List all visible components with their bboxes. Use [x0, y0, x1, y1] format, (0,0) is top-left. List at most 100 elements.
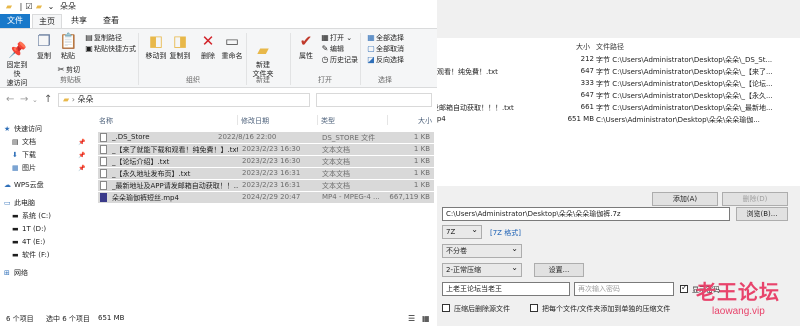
file-icon: [100, 133, 107, 142]
copy-to-button[interactable]: ◨ 复制到: [168, 32, 192, 61]
nav-this-pc[interactable]: ▭ 此电脑: [4, 198, 35, 209]
nav-drive-e[interactable]: ▬ 4T (E:): [12, 237, 45, 248]
checkbox-icon[interactable]: ☑: [24, 2, 34, 12]
file-row[interactable]: _【永久地址发布页】.txt 2023/2/23 16:31 文本文档 1 KB: [98, 168, 434, 179]
column-path[interactable]: 文件路径: [596, 42, 624, 52]
navigation-pane: ★ 快速访问 ▤ 文档 📌 ⬇ 下载 📌 ▦ 图片 📌 ☁ WPS云盘 ▭ 此电脑 ▬ 系统 …: [0, 112, 92, 312]
column-size[interactable]: 大小: [418, 116, 432, 126]
nav-drive-f[interactable]: ▬ 软件 (F:): [12, 250, 50, 261]
each-file-checkbox[interactable]: [530, 304, 538, 312]
paste-shortcut-icon: ▣: [85, 44, 93, 53]
search-input[interactable]: [316, 93, 432, 107]
pin-quick-access-button[interactable]: 📌 固定到快 速访问: [4, 32, 30, 88]
select-all-button[interactable]: ▦全部选择: [366, 33, 404, 43]
password-field[interactable]: 上老王论坛当老王: [442, 282, 570, 296]
ribbon-separator: [246, 33, 247, 85]
file-list[interactable]: 名称 修改日期 类型 大小 _.DS_Store 2022/8/16 22:00…: [95, 112, 437, 312]
history-button[interactable]: ◷ 历史记录: [320, 55, 359, 65]
rename-button[interactable]: ▭ 重命名: [220, 32, 244, 61]
clipboard-group-label: 剪贴板: [60, 76, 81, 84]
nav-drive-c[interactable]: ▬ 系统 (C:): [12, 211, 51, 222]
copy-button[interactable]: ❐ 复制: [32, 32, 56, 61]
address-field[interactable]: ▰ › 朵朵: [58, 93, 310, 107]
archive-row[interactable]: 333 字节 C:\Users\Administrator\Desktop\朵朵…: [430, 78, 800, 89]
new-folder-icon[interactable]: ▰: [34, 2, 44, 12]
format-select[interactable]: 7Z: [442, 224, 482, 239]
item-count: 6 个项目: [6, 315, 34, 323]
paste-button[interactable]: 📋 粘贴: [56, 32, 80, 61]
watermark-title: 老王论坛: [696, 280, 780, 304]
browse-button[interactable]: 浏览(B)...: [736, 207, 788, 221]
back-arrow-icon[interactable]: ←: [6, 94, 14, 105]
properties-button[interactable]: ✔ 属性: [294, 32, 318, 61]
invert-selection-button[interactable]: ◪反向选择: [366, 55, 404, 65]
file-row[interactable]: _【论坛介绍】.txt 2023/2/23 16:30 文本文档 1 KB: [98, 156, 434, 167]
delete-x-icon: ✕: [201, 32, 215, 50]
nav-network[interactable]: ⊞ 网络: [4, 268, 28, 279]
cut-button[interactable]: ✂ 剪切: [56, 65, 80, 75]
tab-view[interactable]: 查看: [96, 14, 126, 28]
add-button[interactable]: 添加(A): [652, 192, 718, 206]
column-date[interactable]: 修改日期: [241, 116, 269, 126]
scissors-icon: ✂: [57, 65, 65, 74]
watermark-url: laowang.vip: [712, 306, 765, 317]
column-separator[interactable]: [237, 115, 238, 125]
open-button[interactable]: ▦打开 ⌄: [320, 33, 352, 43]
file-row[interactable]: _最新地址及APP请发邮箱自动获取！！... 2023/2/23 16:31 文…: [98, 180, 434, 191]
text-file-icon: [100, 169, 107, 178]
tab-home[interactable]: 主页: [32, 14, 62, 28]
archive-file-list[interactable]: 大小 文件路径 212 字节 C:\Users\Administrator\De…: [430, 38, 800, 186]
nav-downloads[interactable]: ⬇ 下载: [12, 150, 36, 161]
select-all-icon: ▦: [367, 33, 375, 42]
archive-row[interactable]: 和观看！纯免費！.txt 647 字节 C:\Users\Administrat…: [430, 66, 800, 77]
show-password-checkbox[interactable]: [680, 283, 688, 293]
ribbon-separator: [360, 33, 361, 85]
split-select[interactable]: 不分卷: [442, 243, 522, 258]
paste-shortcut-button[interactable]: ▣粘贴快捷方式: [84, 44, 136, 54]
column-separator[interactable]: [387, 115, 388, 125]
folder-icon: ▰: [5, 2, 13, 11]
forward-arrow-icon[interactable]: →: [20, 94, 28, 105]
tab-file[interactable]: 文件: [0, 14, 30, 28]
archive-row[interactable]: i发邮箱自动获取！！！.txt 661 字节 C:\Users\Administ…: [430, 102, 800, 113]
nav-drive-d[interactable]: ▬ 1T (D:): [12, 224, 46, 235]
column-type[interactable]: 类型: [321, 116, 335, 126]
reenter-password-field[interactable]: 再次输入密码: [574, 282, 674, 296]
delete-button[interactable]: 删除(D): [722, 192, 788, 206]
column-size[interactable]: 大小: [576, 42, 590, 52]
ribbon-home: 📌 固定到快 速访问 ❐ 复制 📋 粘贴 ▤复制路径 ▣粘贴快捷方式 ✂ 剪切 剪贴板 …: [0, 28, 437, 88]
tab-share[interactable]: 共享: [64, 14, 94, 28]
details-view-icon[interactable]: ☰: [408, 314, 415, 323]
edit-button[interactable]: ✎ 编辑: [320, 44, 344, 54]
column-name[interactable]: 名称: [99, 116, 113, 126]
recent-dropdown-icon[interactable]: ⌄: [32, 96, 38, 104]
format-link[interactable]: [7Z 格式]: [490, 228, 521, 238]
new-folder-button[interactable]: ▰ 新建 文件夹: [250, 32, 276, 79]
large-icons-view-icon[interactable]: ▦: [422, 314, 430, 323]
select-none-button[interactable]: ▢全部取消: [366, 44, 404, 54]
nav-quick-access[interactable]: ★ 快速访问: [4, 124, 42, 135]
delete-button[interactable]: ✕ 删除: [196, 32, 220, 61]
file-row[interactable]: _.DS_Store 2022/8/16 22:00 DS_STORE 文件 1…: [98, 132, 434, 143]
archive-row[interactable]: mp4 651 MB C:\Users\Administrator\Deskto…: [430, 114, 800, 125]
column-separator[interactable]: [317, 115, 318, 125]
file-row[interactable]: 朵朵瑜伽裤短丝.mp4 2024/2/29 20:47 MP4 - MPEG-4…: [98, 192, 434, 203]
archive-path-field[interactable]: C:\Users\Administrator\Desktop\朵朵\朵朵瑜伽裤.…: [442, 207, 730, 221]
copy-path-button[interactable]: ▤复制路径: [84, 33, 122, 43]
archive-row[interactable]: 212 字节 C:\Users\Administrator\Desktop\朵朵…: [430, 54, 800, 65]
file-row[interactable]: _【来了就能下载和观看！纯免費！】.txt 2023/2/23 16:30 文本…: [98, 144, 434, 155]
quick-access-dropdown-icon[interactable]: ⌄: [46, 2, 56, 12]
compression-level-select[interactable]: 2-正常压缩: [442, 262, 522, 277]
archive-titlebar: [430, 0, 800, 14]
nav-pictures[interactable]: ▦ 图片: [12, 163, 36, 174]
breadcrumb-current[interactable]: 朵朵: [77, 95, 93, 104]
delete-after-checkbox[interactable]: [442, 304, 450, 312]
archive-row[interactable]: 647 字节 C:\Users\Administrator\Desktop\朵朵…: [430, 90, 800, 101]
up-arrow-icon[interactable]: ↑: [44, 94, 52, 105]
nav-documents[interactable]: ▤ 文档: [12, 137, 36, 148]
move-to-button[interactable]: ◧ 移动到: [144, 32, 168, 61]
each-file-label: 把每个文件/文件夹添加到单独的压缩文件: [542, 305, 671, 313]
text-file-icon: [100, 145, 107, 154]
nav-wps-cloud[interactable]: ☁ WPS云盘: [4, 180, 44, 191]
settings-button[interactable]: 设置...: [534, 263, 584, 277]
